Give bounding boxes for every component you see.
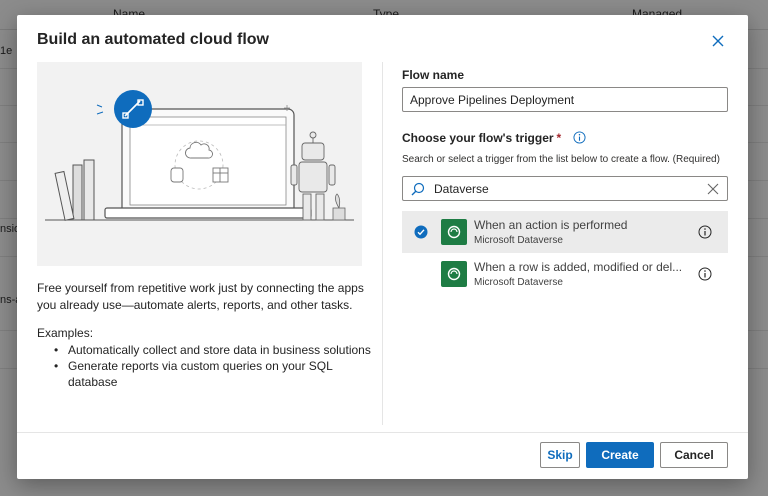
trigger-help-text: Search or select a trigger from the list…	[402, 154, 720, 165]
trigger-connector: Microsoft Dataverse	[474, 235, 563, 246]
examples-list: Automatically collect and store data in …	[52, 342, 372, 390]
dialog-title: Build an automated cloud flow	[37, 31, 269, 48]
robot-icon	[290, 131, 336, 221]
cancel-button[interactable]: Cancel	[660, 442, 728, 468]
required-mark: *	[556, 131, 562, 145]
dataverse-icon	[441, 261, 467, 287]
trigger-option-action-performed[interactable]: When an action is performed Microsoft Da…	[402, 211, 728, 253]
skip-button[interactable]: Skip	[540, 442, 580, 468]
search-icon	[411, 182, 425, 196]
trigger-name: When a row is added, modified or del...	[474, 260, 683, 274]
column-divider	[382, 62, 383, 425]
trigger-option-row-added[interactable]: When a row is added, modified or del... …	[402, 253, 728, 295]
laptop-illustration	[45, 90, 354, 221]
trigger-name: When an action is performed	[474, 218, 628, 232]
info-icon[interactable]	[698, 225, 712, 239]
search-value: Dataverse	[434, 182, 489, 196]
close-icon	[712, 35, 724, 47]
flow-name-input[interactable]: Approve Pipelines Deployment	[402, 87, 728, 112]
dialog-description: Free yourself from repetitive work just …	[37, 281, 364, 312]
build-flow-dialog: Build an automated cloud flow Free yours…	[17, 15, 748, 479]
create-button[interactable]: Create	[586, 442, 654, 468]
example-item: Automatically collect and store data in …	[52, 342, 372, 358]
trigger-label: Choose your flow's trigger *	[402, 131, 586, 145]
info-icon[interactable]	[573, 131, 586, 144]
books-icon	[54, 159, 95, 221]
example-item: Generate reports via custom queries on y…	[52, 358, 372, 390]
hero-illustration	[37, 62, 362, 266]
trigger-label-text: Choose your flow's trigger	[402, 131, 554, 145]
info-icon[interactable]	[698, 267, 712, 281]
clear-search-icon[interactable]	[707, 183, 719, 195]
dataverse-icon	[441, 219, 467, 245]
trigger-search-input[interactable]: Dataverse	[402, 176, 728, 201]
flow-name-label: Flow name	[402, 68, 465, 82]
selected-check-icon	[414, 225, 428, 239]
examples-heading: Examples:	[37, 326, 94, 340]
trigger-connector: Microsoft Dataverse	[474, 277, 563, 288]
close-button[interactable]	[710, 33, 726, 49]
footer-divider	[17, 432, 748, 433]
